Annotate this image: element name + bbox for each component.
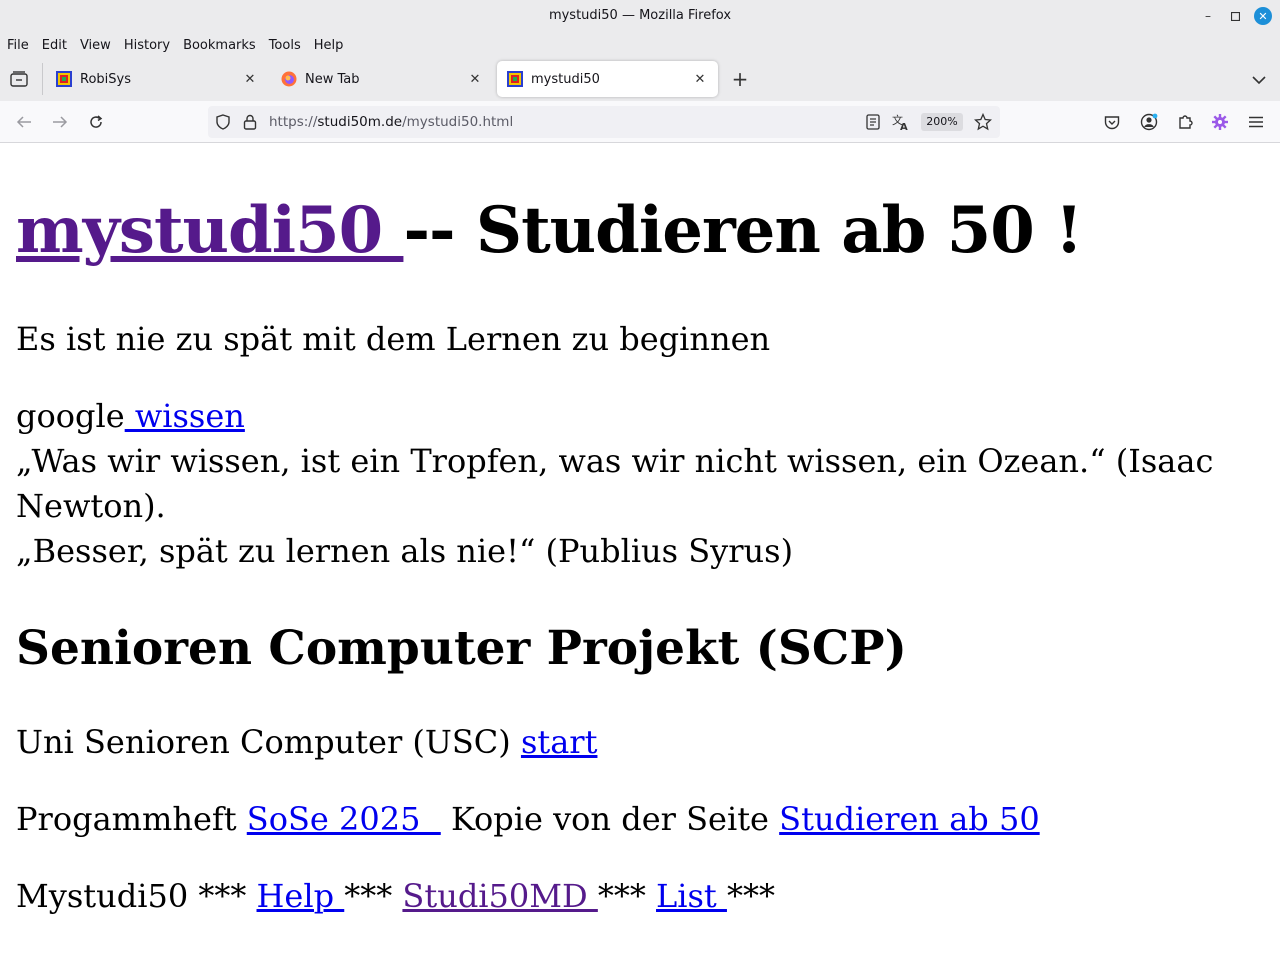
mystudi50-links-line: Mystudi50 *** Help *** Studi50MD *** Lis… — [16, 877, 775, 915]
title-bar: mystudi50 — Mozilla Firefox – ✕ — [0, 0, 1280, 33]
puzzle-icon — [1179, 115, 1193, 129]
zoom-level-button[interactable]: 200% — [921, 113, 963, 131]
menu-edit[interactable]: Edit — [42, 38, 67, 53]
newton-quote-line2: Newton). — [16, 487, 166, 525]
back-arrow-icon — [16, 116, 31, 128]
url-host: studi50m.de — [317, 114, 403, 130]
hamburger-menu-icon — [1249, 116, 1263, 128]
programmheft-line: Progammheft SoSe 2025 Kopie von der Seit… — [16, 800, 1040, 838]
account-icon — [1140, 113, 1158, 131]
google-line: google wissen — [16, 397, 245, 435]
menu-bookmarks[interactable]: Bookmarks — [183, 38, 256, 53]
menu-bar: File Edit View History Bookmarks Tools H… — [0, 33, 1280, 57]
url-text[interactable]: https://studi50m.de/mystudi50.html — [269, 114, 513, 130]
firefox-view-button[interactable] — [8, 69, 30, 89]
tab-bar: RobiSys ✕ New Tab ✕ mystudi50 ✕ + — [0, 57, 1280, 101]
separator-1: *** — [344, 877, 403, 915]
usc-text: Uni Senioren Computer (USC) — [16, 723, 521, 761]
menu-tools[interactable]: Tools — [269, 38, 301, 53]
google-prefix: google — [16, 397, 125, 435]
tab-label: mystudi50 — [531, 71, 600, 87]
extensions-button[interactable] — [1175, 112, 1195, 132]
url-path: /mystudi50.html — [402, 114, 514, 130]
help-link[interactable]: Help — [257, 877, 345, 915]
navigation-toolbar: https://studi50m.de/mystudi50.html 文A 20… — [0, 101, 1280, 143]
scp-heading: Senioren Computer Projekt (SCP) — [16, 621, 907, 676]
pocket-button[interactable] — [1102, 112, 1122, 132]
wissen-link[interactable]: wissen — [125, 397, 245, 435]
sose-2025-link[interactable]: SoSe 2025 — [247, 800, 441, 838]
close-window-button[interactable]: ✕ — [1254, 7, 1272, 25]
mystudi50-text: Mystudi50 *** — [16, 877, 257, 915]
menu-history[interactable]: History — [124, 38, 170, 53]
address-bar[interactable]: https://studi50m.de/mystudi50.html 文A 20… — [208, 106, 1000, 138]
account-button[interactable] — [1139, 112, 1159, 132]
copy-text: Kopie von der Seite — [440, 800, 780, 838]
bookmark-star-icon[interactable] — [974, 113, 992, 131]
studieren-ab-50-link[interactable]: Studieren ab 50 — [779, 800, 1040, 838]
list-link[interactable]: List — [656, 877, 727, 915]
close-tab-icon[interactable]: ✕ — [467, 71, 483, 87]
page-heading: mystudi50 -- Studieren ab 50 ! — [16, 193, 1083, 268]
separator-3: *** — [726, 877, 775, 915]
forward-arrow-icon — [53, 116, 68, 128]
menu-help[interactable]: Help — [314, 38, 344, 53]
new-tab-button[interactable]: + — [729, 69, 751, 91]
robisys-favicon-icon — [507, 71, 523, 87]
forward-button[interactable] — [49, 111, 71, 133]
reload-button[interactable] — [85, 111, 107, 133]
app-menu-button[interactable] — [1246, 112, 1266, 132]
translate-icon[interactable]: 文A — [892, 113, 910, 131]
studi50md-link[interactable]: Studi50MD — [402, 877, 597, 915]
firefox-favicon-icon — [281, 71, 297, 87]
start-link[interactable]: start — [521, 723, 598, 761]
separator-2: *** — [597, 877, 657, 915]
pocket-icon — [1104, 115, 1120, 129]
usc-line: Uni Senioren Computer (USC) start — [16, 723, 597, 761]
maximize-button[interactable] — [1227, 8, 1243, 24]
firefox-view-icon — [10, 71, 28, 87]
tab-label: RobiSys — [80, 71, 131, 87]
syrus-quote: „Besser, spät zu lernen als nie!“ (Publi… — [16, 532, 794, 570]
back-button[interactable] — [13, 111, 35, 133]
close-tab-icon[interactable]: ✕ — [692, 71, 708, 87]
list-all-tabs-button[interactable] — [1249, 70, 1269, 90]
window-title: mystudi50 — Mozilla Firefox — [548, 8, 732, 23]
tab-separator — [42, 63, 43, 95]
menu-view[interactable]: View — [80, 38, 111, 53]
minimize-button[interactable]: – — [1200, 8, 1216, 24]
extension-gear-button[interactable] — [1210, 112, 1230, 132]
chevron-down-icon — [1252, 75, 1266, 84]
menu-file[interactable]: File — [7, 38, 29, 53]
tab-mystudi50[interactable]: mystudi50 ✕ — [497, 61, 718, 97]
heading-rest: -- Studieren ab 50 ! — [403, 193, 1083, 268]
mystudi50-heading-link[interactable]: mystudi50 — [16, 193, 403, 268]
tagline: Es ist nie zu spät mit dem Lernen zu beg… — [16, 320, 771, 358]
reload-icon — [90, 115, 103, 128]
lock-icon[interactable] — [243, 114, 257, 130]
reader-view-icon[interactable] — [866, 114, 880, 130]
close-tab-icon[interactable]: ✕ — [242, 71, 258, 87]
tab-label: New Tab — [305, 71, 360, 87]
purple-gear-icon — [1212, 114, 1228, 130]
robisys-favicon-icon — [56, 71, 72, 87]
url-scheme: https:// — [269, 114, 318, 130]
maximize-icon — [1230, 11, 1240, 21]
programmheft-text: Progammheft — [16, 800, 247, 838]
tab-robisys[interactable]: RobiSys ✕ — [46, 61, 268, 97]
shield-icon[interactable] — [215, 114, 231, 130]
newton-quote-line1: „Was wir wissen, ist ein Tropfen, was wi… — [16, 442, 1214, 480]
svg-text:A: A — [900, 122, 908, 131]
tab-new-tab[interactable]: New Tab ✕ — [271, 61, 493, 97]
